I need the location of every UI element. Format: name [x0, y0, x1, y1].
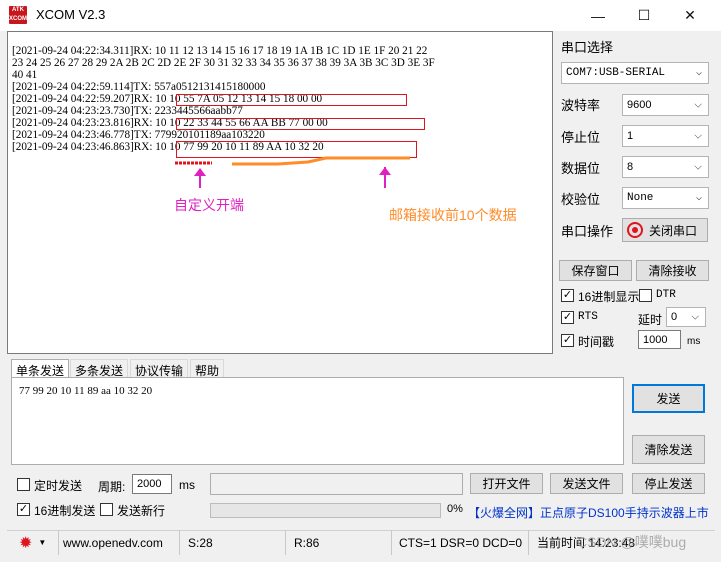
tab-help[interactable]: 帮助: [190, 359, 225, 378]
delay-label: 延时: [638, 313, 663, 327]
open-file-button[interactable]: 打开文件: [470, 473, 543, 494]
send-textarea[interactable]: 77 99 20 10 11 89 aa 10 32 20: [11, 377, 624, 465]
send-button[interactable]: 发送: [632, 384, 705, 413]
clear-receive-button[interactable]: 清除接收: [636, 260, 709, 281]
tab-protocol[interactable]: 协议传输: [130, 359, 189, 378]
ad-link[interactable]: 【火爆全网】正点原子DS100手持示波器上市: [468, 504, 709, 521]
app-logo-icon: ATK XCOM: [9, 6, 27, 24]
period-input[interactable]: 2000: [132, 474, 172, 494]
parity-select[interactable]: None ⌵: [622, 187, 709, 209]
port-select[interactable]: COM7:USB-SERIAL ⌵: [561, 62, 709, 84]
baud-select[interactable]: 9600 ⌵: [622, 94, 709, 116]
send-newline-checkbox[interactable]: [100, 503, 113, 516]
stop-send-button[interactable]: 停止发送: [632, 473, 705, 494]
tab-single-send[interactable]: 单条发送: [11, 359, 70, 378]
databit-label: 数据位: [561, 161, 601, 176]
window-title: XCOM V2.3: [36, 7, 106, 22]
timestamp-input[interactable]: 1000: [638, 330, 681, 349]
dtr-label: DTR: [656, 289, 676, 301]
close-port-button[interactable]: 关闭串口: [622, 218, 708, 242]
port-status-icon: [627, 222, 643, 238]
rts-checkbox[interactable]: ✓: [561, 311, 574, 324]
tab-multi-send[interactable]: 多条发送: [70, 359, 129, 378]
rts-label: RTS: [578, 311, 598, 323]
stopbit-label: 停止位: [561, 130, 601, 145]
chevron-down-icon: ⌵: [695, 68, 702, 79]
hex-send-checkbox[interactable]: ✓: [17, 503, 30, 516]
period-label: 周期:: [98, 480, 126, 494]
delay-select[interactable]: 0 ⌵: [666, 307, 706, 327]
dtr-checkbox[interactable]: [639, 289, 652, 302]
databit-select[interactable]: 8 ⌵: [622, 156, 709, 178]
baud-label: 波特率: [561, 98, 601, 113]
timestamp-label: 时间戳: [578, 335, 615, 349]
gear-icon: ✹: [19, 534, 33, 552]
annotation-marks: [175, 156, 410, 188]
timed-send-label: 定时发送: [34, 479, 83, 493]
send-progress-bar: [210, 503, 441, 518]
file-path-input[interactable]: [210, 473, 463, 495]
annotation-custom-start: 自定义开端: [174, 197, 244, 213]
send-text: 77 99 20 10 11 89 aa 10 32 20: [19, 385, 153, 397]
port-op-label: 串口操作: [561, 224, 614, 239]
minimize-button[interactable]: —: [575, 0, 621, 31]
clear-send-button[interactable]: 清除发送: [632, 435, 705, 464]
signal-status: CTS=1 DSR=0 DCD=0: [395, 530, 529, 555]
received-count: R:86: [290, 530, 392, 555]
timed-send-checkbox[interactable]: [17, 478, 30, 491]
port-select-label: 串口选择: [561, 40, 614, 55]
hex-display-checkbox[interactable]: ✓: [561, 289, 574, 302]
receive-textarea[interactable]: [2021-09-24 04:22:34.311]RX: 10 11 12 13…: [7, 31, 553, 354]
hex-send-label: 16进制发送: [34, 504, 96, 518]
period-unit: ms: [179, 478, 195, 492]
send-newline-label: 发送新行: [117, 504, 166, 518]
timestamp-checkbox[interactable]: ✓: [561, 334, 574, 347]
sent-count: S:28: [184, 530, 286, 555]
chevron-down-icon: ▼: [38, 538, 47, 547]
chevron-down-icon: ⌵: [694, 99, 702, 111]
chevron-down-icon: ⌵: [695, 193, 702, 204]
watermark: CSDN @噗噗bug: [577, 534, 687, 550]
parity-label: 校验位: [561, 192, 601, 207]
stopbit-select[interactable]: 1 ⌵: [622, 125, 709, 147]
progress-text: 0%: [447, 503, 463, 515]
hex-display-label: 16进制显示: [578, 290, 640, 304]
save-window-button[interactable]: 保存窗口: [559, 260, 632, 281]
website-link[interactable]: www.openedv.com: [59, 530, 180, 555]
annotation-mailbox: 邮箱接收前10个数据: [389, 207, 517, 223]
chevron-down-icon: ⌵: [691, 311, 699, 323]
chevron-down-icon: ⌵: [694, 130, 702, 142]
send-file-button[interactable]: 发送文件: [550, 473, 623, 494]
chevron-down-icon: ⌵: [694, 161, 702, 173]
settings-menu[interactable]: ✹ ▼: [7, 530, 59, 555]
close-window-button[interactable]: ✕: [667, 0, 713, 31]
timestamp-unit: ms: [687, 336, 701, 347]
maximize-button[interactable]: ☐: [621, 0, 667, 31]
